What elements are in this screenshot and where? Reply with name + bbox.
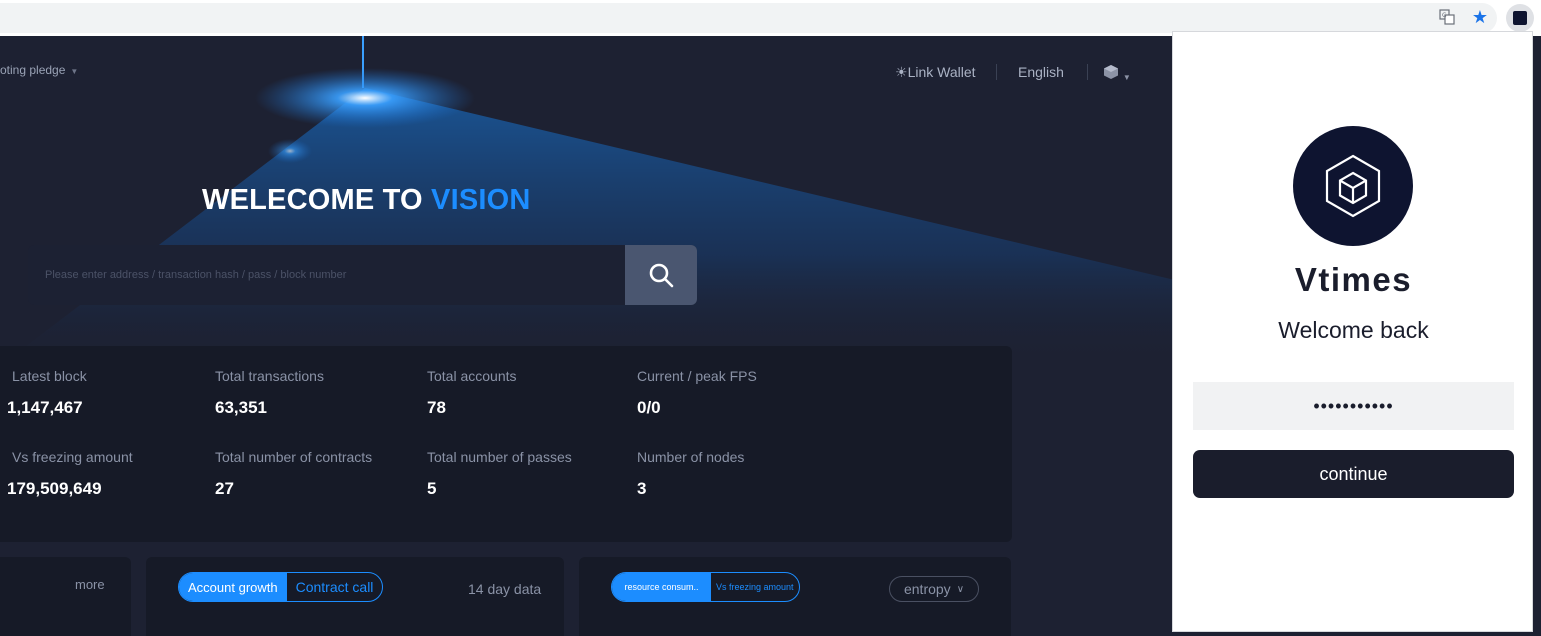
hero-title-accent: VISION (431, 184, 531, 216)
chevron-down-icon: ▼ (70, 67, 79, 76)
stat-total-transactions[interactable]: Total transactions 63,351 (215, 368, 324, 418)
days-label: 14 day data (468, 581, 542, 597)
stat-label: Vs freezing amount (12, 449, 133, 465)
entropy-select-value: entropy (903, 581, 951, 597)
translate-icon[interactable]: G (1437, 7, 1457, 27)
entropy-select[interactable]: entropy ∨ (889, 576, 979, 602)
cube-logo-icon (1325, 154, 1381, 218)
growth-chart-card: Account growth Contract call 14 day data (146, 557, 564, 636)
stat-total-passes[interactable]: Total number of passes 5 (427, 449, 572, 499)
stat-label: Total accounts (427, 368, 517, 384)
search-input[interactable] (28, 245, 625, 305)
stat-latest-block[interactable]: Latest block 1,147,467 (7, 368, 87, 418)
star-icon[interactable]: ★ (1470, 7, 1490, 27)
network-menu[interactable]: ▼ (1103, 64, 1131, 83)
search-bar (28, 245, 697, 305)
stat-value: 3 (637, 479, 647, 498)
stat-value: 78 (427, 398, 446, 417)
more-link[interactable]: more (75, 577, 105, 592)
tab-contract-call[interactable]: Contract call (287, 573, 383, 601)
stat-number-of-nodes[interactable]: Number of nodes 3 (637, 449, 744, 499)
stat-label: Total number of passes (427, 449, 572, 465)
vtimes-logo (1293, 126, 1413, 246)
continue-button[interactable]: continue (1193, 450, 1514, 498)
cube-icon (1104, 65, 1118, 79)
chevron-down-icon: ▼ (1122, 73, 1131, 82)
resource-chart-card: resource consum.. Vs freezing amount ent… (579, 557, 1011, 636)
stat-label: Latest block (12, 368, 87, 384)
svg-text:G: G (1442, 12, 1447, 19)
tab-resource-consumption[interactable]: resource consum.. (612, 573, 711, 601)
voting-pledge-menu[interactable]: oting pledge ▼ (0, 63, 78, 77)
language-selector[interactable]: English (1018, 64, 1064, 80)
brand-name: Vtimes (1294, 261, 1413, 298)
stat-label: Total transactions (215, 368, 324, 384)
nav-divider (996, 64, 997, 80)
stat-vs-freezing-amount: Vs freezing amount 179,509,649 (7, 449, 133, 499)
stat-value: 179,509,649 (7, 479, 102, 498)
hero-title: WELECOME TO VISION (202, 184, 531, 217)
tab-vs-freezing-amount[interactable]: Vs freezing amount (711, 573, 799, 601)
tab-account-growth[interactable]: Account growth (179, 573, 287, 601)
link-wallet-label: Link Wallet (907, 64, 976, 80)
search-icon (649, 263, 674, 288)
stat-current-peak-fps: Current / peak FPS 0/0 (637, 368, 757, 418)
stat-label: Current / peak FPS (637, 368, 757, 384)
voting-pledge-label: oting pledge (0, 63, 66, 77)
nav-divider (1087, 64, 1088, 80)
growth-toggle: Account growth Contract call (178, 572, 384, 602)
search-button[interactable] (625, 245, 697, 305)
link-wallet-button[interactable]: ☀Link Wallet (895, 64, 976, 81)
stat-value: 0/0 (637, 398, 661, 417)
stat-label: Number of nodes (637, 449, 745, 465)
stat-value: 63,351 (215, 398, 267, 417)
resource-toggle: resource consum.. Vs freezing amount (611, 572, 800, 602)
stat-value: 5 (427, 479, 437, 498)
hero-title-prefix: WELECOME TO (202, 184, 423, 216)
hero-light-beam (0, 36, 1200, 366)
blocks-card: more (0, 557, 131, 636)
stats-panel: Latest block 1,147,467 Total transaction… (0, 346, 1012, 542)
sun-icon: ☀ (895, 64, 908, 80)
password-field[interactable] (1193, 382, 1514, 430)
address-bar[interactable] (0, 3, 1497, 33)
stat-value: 27 (215, 479, 234, 498)
stat-total-contracts[interactable]: Total number of contracts 27 (215, 449, 372, 499)
welcome-text: Welcome back (1278, 317, 1429, 343)
stat-label: Total number of contracts (215, 449, 373, 465)
vtimes-extension-popup: Vtimes Welcome back continue (1172, 31, 1533, 632)
stat-total-accounts[interactable]: Total accounts 78 (427, 368, 517, 418)
vtimes-extension-icon[interactable] (1506, 4, 1534, 32)
stat-value: 1,147,467 (7, 398, 83, 417)
chevron-down-icon: ∨ (956, 583, 965, 595)
